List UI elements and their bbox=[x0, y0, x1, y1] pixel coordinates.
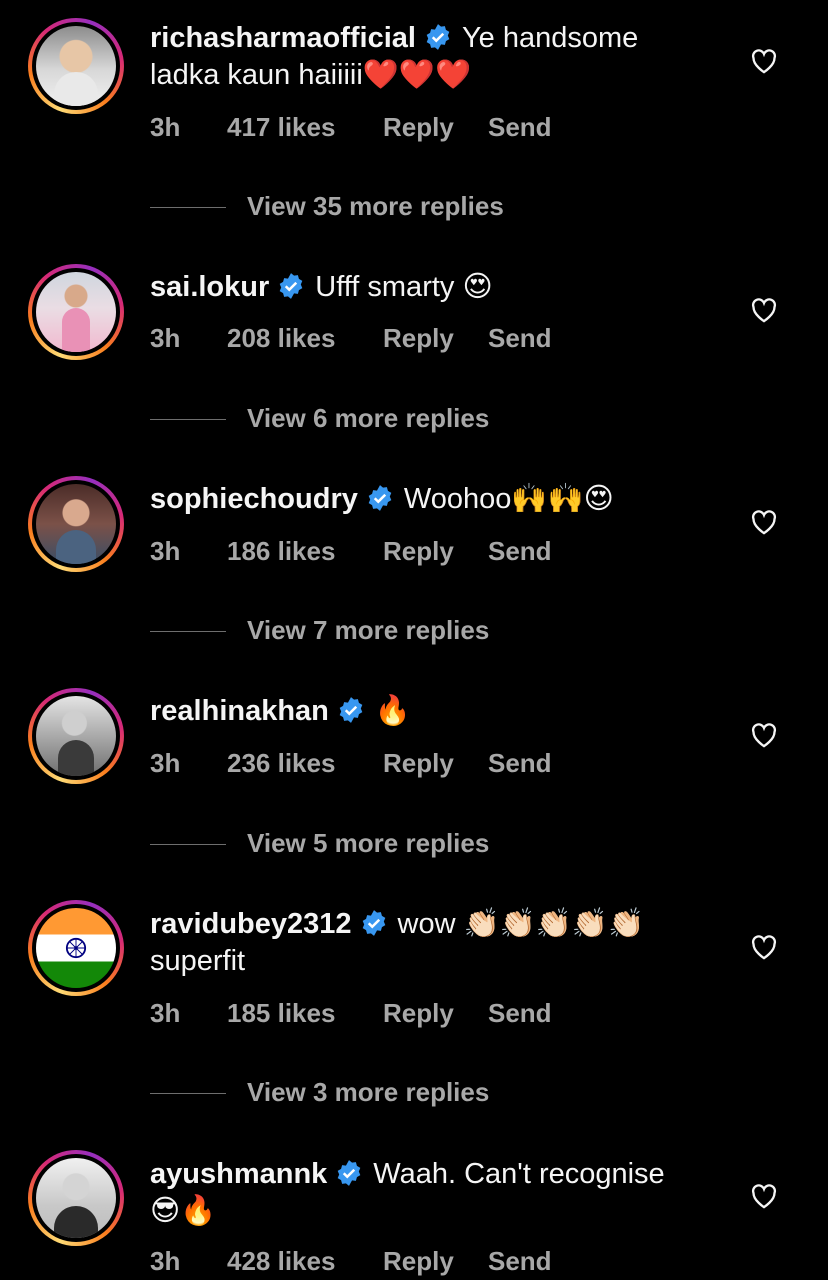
avatar[interactable] bbox=[28, 18, 124, 114]
comment-body: realhinakhan 🔥 bbox=[150, 693, 690, 730]
verified-badge-icon bbox=[368, 485, 392, 511]
reply-button[interactable]: Reply bbox=[383, 748, 454, 779]
verified-badge-icon bbox=[426, 24, 450, 50]
avatar[interactable] bbox=[28, 900, 124, 996]
like-count[interactable]: 208 likes bbox=[227, 323, 335, 354]
reply-button[interactable]: Reply bbox=[383, 998, 454, 1029]
avatar[interactable] bbox=[28, 476, 124, 572]
username[interactable]: sai.lokur bbox=[150, 271, 269, 303]
send-button[interactable]: Send bbox=[488, 748, 552, 779]
comment-body: sai.lokur Ufff smarty 😍 bbox=[150, 269, 690, 306]
avatar[interactable] bbox=[28, 688, 124, 784]
heart-icon[interactable] bbox=[750, 297, 778, 323]
send-button[interactable]: Send bbox=[488, 998, 552, 1029]
reply-button[interactable]: Reply bbox=[383, 536, 454, 567]
verified-badge-icon bbox=[339, 697, 363, 723]
ashoka-chakra-icon bbox=[65, 937, 87, 959]
send-button[interactable]: Send bbox=[488, 1246, 552, 1277]
timestamp: 3h bbox=[150, 536, 181, 566]
like-count[interactable]: 185 likes bbox=[227, 998, 335, 1029]
reply-button[interactable]: Reply bbox=[383, 1246, 454, 1277]
username[interactable]: ravidubey2312 bbox=[150, 908, 352, 940]
heart-icon[interactable] bbox=[750, 722, 778, 748]
comment-text: 🔥 bbox=[374, 695, 412, 727]
reply-button[interactable]: Reply bbox=[383, 323, 454, 354]
like-count[interactable]: 417 likes bbox=[227, 112, 335, 143]
send-button[interactable]: Send bbox=[488, 323, 552, 354]
send-button[interactable]: Send bbox=[488, 536, 552, 567]
comment-body: ayushmannk Waah. Can't recognise 😎🔥 bbox=[150, 1156, 690, 1230]
heart-icon[interactable] bbox=[750, 509, 778, 535]
username[interactable]: sophiechoudry bbox=[150, 483, 358, 515]
reply-button[interactable]: Reply bbox=[383, 112, 454, 143]
heart-icon[interactable] bbox=[750, 1183, 778, 1209]
comment-body: sophiechoudry Woohoo🙌🙌😍 bbox=[150, 481, 690, 518]
like-count[interactable]: 186 likes bbox=[227, 536, 335, 567]
comment-body: richasharmaofficial Ye handsome ladka kau… bbox=[150, 20, 690, 94]
comment-body: ravidubey2312 wow 👏🏻👏🏻👏🏻👏🏻👏🏻 superfit bbox=[150, 906, 690, 980]
avatar[interactable] bbox=[28, 264, 124, 360]
comment-text: Woohoo🙌🙌😍 bbox=[403, 483, 614, 515]
verified-badge-icon bbox=[279, 273, 303, 299]
timestamp: 3h bbox=[150, 748, 181, 778]
verified-badge-icon bbox=[337, 1160, 361, 1186]
timestamp: 3h bbox=[150, 998, 181, 1028]
timestamp: 3h bbox=[150, 1246, 181, 1276]
avatar[interactable] bbox=[28, 1150, 124, 1246]
like-count[interactable]: 236 likes bbox=[227, 748, 335, 779]
username[interactable]: realhinakhan bbox=[150, 695, 329, 727]
verified-badge-icon bbox=[362, 910, 385, 936]
username[interactable]: ayushmannk bbox=[150, 1158, 327, 1190]
like-count[interactable]: 428 likes bbox=[227, 1246, 335, 1277]
heart-icon[interactable] bbox=[750, 48, 778, 74]
send-button[interactable]: Send bbox=[488, 112, 552, 143]
timestamp: 3h bbox=[150, 323, 181, 353]
timestamp: 3h bbox=[150, 112, 181, 142]
username[interactable]: richasharmaofficial bbox=[150, 22, 416, 54]
comment-text: Ufff smarty 😍 bbox=[315, 271, 493, 303]
heart-icon[interactable] bbox=[750, 934, 778, 960]
